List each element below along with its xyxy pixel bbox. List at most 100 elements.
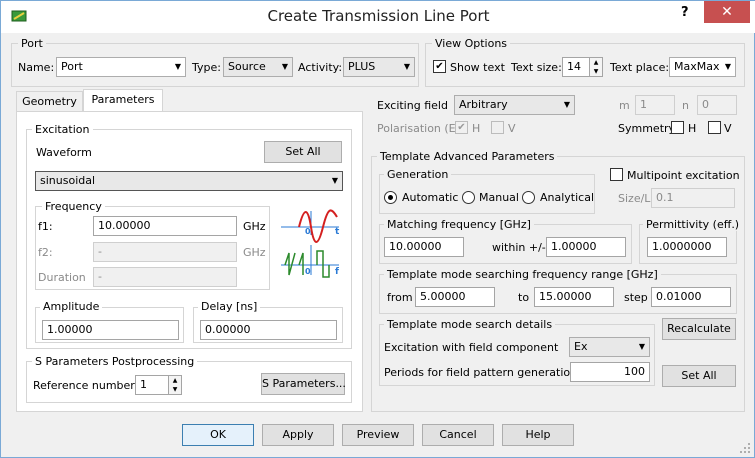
from-label: from [387,291,413,304]
resize-grip-icon[interactable] [739,442,751,454]
amplitude-label: Amplitude [40,300,103,313]
generation-analytical-radio[interactable] [522,191,535,204]
tab-geometry[interactable]: Geometry [16,91,83,112]
reference-number-input[interactable]: 1 [135,375,169,395]
chevron-down-icon: ▼ [174,62,181,71]
delay-label: Delay [ns] [198,300,261,313]
waveform-value: sinusoidal [40,174,96,187]
text-size-spinner[interactable]: ▲ ▼ [589,57,603,77]
generation-analytical-label: Analytical [540,191,595,204]
chevron-down-icon: ▼ [331,176,338,185]
waveform-combo[interactable]: sinusoidal ▼ [35,171,343,191]
show-text-checkbox[interactable]: ✔ [433,60,446,73]
activity-value: PLUS [348,60,376,73]
step-label: step [624,291,648,304]
within-input[interactable]: 1.00000 [546,237,626,257]
chevron-down-icon: ▼ [724,62,731,71]
recalculate-button[interactable]: Recalculate [662,318,736,340]
size-l-input[interactable]: 0.1 [651,188,735,208]
generation-manual-label: Manual [479,191,519,204]
chevron-down-icon: ▼ [563,100,570,109]
matching-frequency-input[interactable]: 10.00000 [384,237,464,257]
port-group-label: Port [18,37,46,50]
window-title: Create Transmission Line Port [267,7,490,25]
polarisation-h-checkbox[interactable]: ✔ [455,121,468,134]
sparams-label: S Parameters Postprocessing [32,355,198,368]
time-axis-label: t [335,227,340,237]
n-label: n [682,99,689,112]
polarisation-v-label: V [508,122,516,135]
type-combo[interactable]: Source ▼ [223,57,293,77]
tab-parameters[interactable]: Parameters [83,89,163,112]
polarisation-v-checkbox[interactable] [491,121,504,134]
f2-input[interactable]: - [93,242,237,262]
type-value: Source [228,60,266,73]
help-button[interactable]: Help [502,424,574,446]
delay-input[interactable]: 0.00000 [200,320,337,340]
reference-number-spinner[interactable]: ▲ ▼ [168,375,182,395]
close-button[interactable]: ✕ [704,1,750,23]
text-place-label: Text place: [610,61,670,74]
name-label: Name: [18,61,55,74]
template-set-all-button[interactable]: Set All [662,365,736,387]
chevron-down-icon: ▼ [281,62,288,71]
help-title-button[interactable]: ? [681,5,689,20]
step-input[interactable]: 0.01000 [651,287,731,307]
symmetry-v-checkbox[interactable] [708,121,721,134]
text-size-input[interactable]: 14 [562,57,590,77]
type-label: Type: [192,61,221,74]
exciting-field-value: Arbitrary [459,98,508,111]
frequency-axis-label: f [335,267,339,277]
search-details-label: Template mode search details [384,318,556,331]
excitation-set-all-button[interactable]: Set All [264,141,342,163]
to-input[interactable]: 15.00000 [534,287,614,307]
text-place-combo[interactable]: MaxMax ▼ [669,57,736,77]
chevron-down-icon: ▼ [638,342,645,351]
preview-button[interactable]: Preview [342,424,414,446]
origin-label-bottom: 0 [305,267,311,276]
cancel-button[interactable]: Cancel [422,424,494,446]
generation-manual-radio[interactable] [462,191,475,204]
f2-label: f2: [38,246,53,259]
frequency-label: Frequency [42,200,105,213]
from-input[interactable]: 5.00000 [415,287,495,307]
polarisation-label: Polarisation (E) [377,122,460,135]
generation-label: Generation [384,168,452,181]
name-combo[interactable]: Port ▼ [56,57,186,77]
chevron-down-icon: ▼ [403,62,410,71]
matching-frequency-label: Matching frequency [GHz] [384,218,534,231]
apply-button[interactable]: Apply [262,424,334,446]
excitation-component-label: Excitation with field component [384,341,559,354]
symmetry-h-label: H [688,122,697,135]
show-text-label: Show text [450,61,505,74]
dialog-window: Create Transmission Line Port ? ✕ Port N… [0,0,755,458]
m-label: m [619,99,630,112]
f2-unit: GHz [243,246,266,259]
origin-label-top: 0 [305,227,311,236]
excitation-component-combo[interactable]: Ex ▼ [569,337,650,357]
ok-button[interactable]: OK [182,424,254,446]
symmetry-h-checkbox[interactable] [671,121,684,134]
s-parameters-button[interactable]: S Parameters... [261,373,346,395]
view-options-label: View Options [432,37,511,50]
symmetry-label: Symmetry [618,122,676,135]
title-bar: Create Transmission Line Port ? ✕ [1,1,755,33]
f1-input[interactable]: 10.00000 [93,216,237,236]
generation-automatic-label: Automatic [402,191,459,204]
periods-input[interactable]: 100 [570,362,650,382]
multipoint-checkbox[interactable] [610,168,623,181]
m-input[interactable]: 1 [635,95,675,115]
n-input[interactable]: 0 [697,95,737,115]
amplitude-input[interactable]: 1.00000 [42,320,179,340]
waveform-label: Waveform [36,146,92,159]
text-size-label: Text size: [511,61,562,74]
reference-number-label: Reference number: [33,379,139,392]
permittivity-label: Permittivity (eff.) [643,218,743,231]
generation-automatic-radio[interactable] [384,191,397,204]
template-group-label: Template Advanced Parameters [377,150,558,163]
symmetry-v-label: V [724,122,732,135]
permittivity-input[interactable]: 1.0000000 [647,237,727,257]
duration-input[interactable]: - [93,267,237,287]
activity-combo[interactable]: PLUS ▼ [343,57,415,77]
exciting-field-combo[interactable]: Arbitrary ▼ [454,95,575,115]
